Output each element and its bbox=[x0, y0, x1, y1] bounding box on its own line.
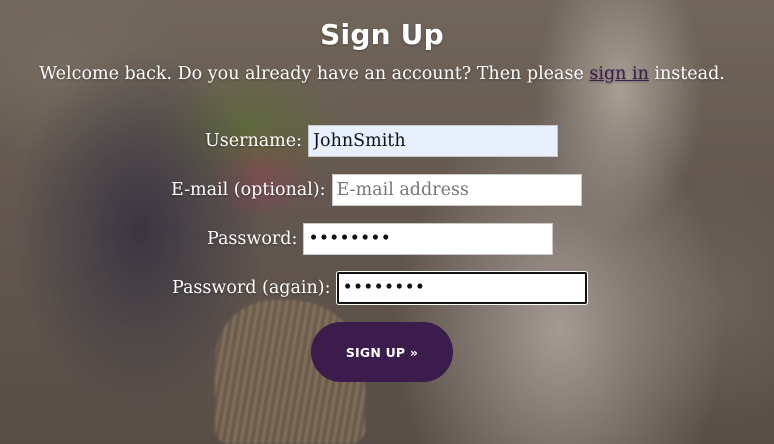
signin-prompt-suffix: instead. bbox=[648, 64, 725, 84]
email-label: E-mail (optional): bbox=[171, 180, 326, 200]
signin-prompt: Welcome back. Do you already have an acc… bbox=[0, 64, 764, 84]
page-title: Sign Up bbox=[320, 18, 444, 51]
email-row: E-mail (optional): bbox=[171, 173, 582, 207]
username-label: Username: bbox=[205, 131, 303, 151]
signin-prompt-prefix: Welcome back. Do you already have an acc… bbox=[39, 64, 590, 84]
username-input[interactable] bbox=[308, 125, 559, 157]
password-again-label: Password (again): bbox=[172, 278, 331, 298]
signup-page: Sign Up Welcome back. Do you already hav… bbox=[0, 0, 774, 444]
password-again-input[interactable] bbox=[336, 272, 587, 304]
password-input[interactable] bbox=[303, 223, 554, 255]
email-input[interactable] bbox=[331, 174, 582, 206]
signin-link[interactable]: sign in bbox=[589, 64, 648, 84]
username-row: Username: bbox=[205, 124, 559, 158]
password-again-row: Password (again): bbox=[172, 271, 587, 305]
password-label: Password: bbox=[207, 229, 298, 249]
signup-button[interactable]: SIGN UP » bbox=[311, 322, 453, 382]
password-row: Password: bbox=[207, 222, 554, 256]
